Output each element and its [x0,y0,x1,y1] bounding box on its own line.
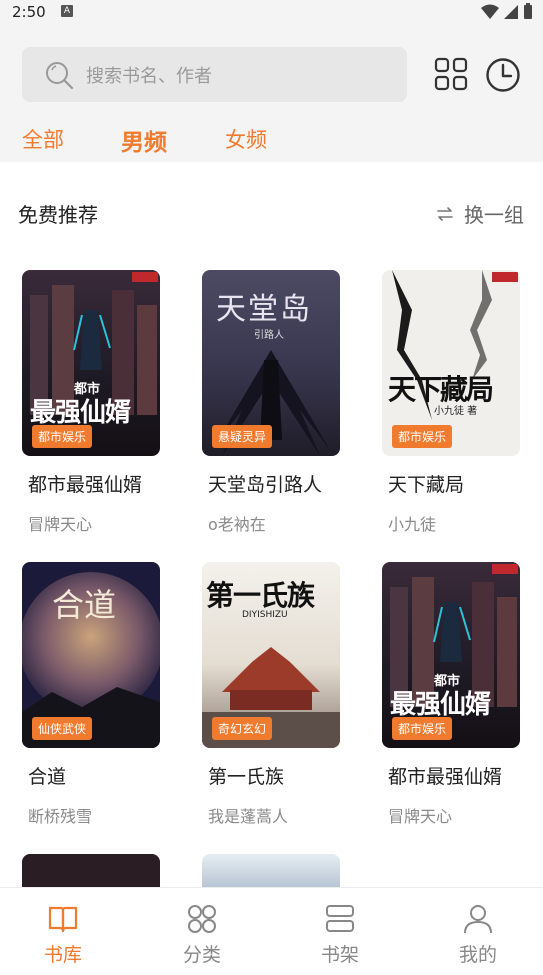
cover-title-text: 第一氏族 [206,579,315,612]
book-cover: 都市 最强仙婿 都市娱乐 [382,562,520,748]
book-cover: 天堂岛 引路人 悬疑灵异 [202,270,340,456]
cover-title-text: 合道 [52,586,117,624]
channel-tabs: 全部 男频 女频 [0,124,543,162]
book-title: 都市最强仙婿 [388,766,503,788]
book-author: 冒牌天心 [28,515,93,534]
search-icon [46,61,74,89]
tab-male[interactable]: 男频 [121,123,167,157]
cover-top-text: DIYISHIZU [242,610,288,620]
nav-label: 书库 [43,944,82,966]
book-author: 我是蓬蒿人 [208,807,289,826]
cover-title-text: 最强仙婿 [390,690,491,720]
book-cover: 第一氏族 DIYISHIZU 奇幻玄幻 [202,562,340,748]
search-placeholder: 搜索书名、作者 [86,65,212,87]
book-card[interactable]: 合道 仙侠武侠 合道 断桥残雪 [22,562,160,826]
cover-title-text: 最强仙婿 [30,398,131,428]
book-title: 第一氏族 [208,766,285,788]
nav-library[interactable]: 书库 [28,904,98,967]
genre-badge: 都市娱乐 [392,717,453,740]
book-author: 断桥残雪 [28,807,93,826]
nav-category[interactable]: 分类 [167,904,237,967]
genre-badge: 悬疑灵异 [212,425,273,448]
book-card[interactable]: 第一氏族 DIYISHIZU 奇幻玄幻 第一氏族 我是蓬蒿人 [202,562,340,826]
book-title: 合道 [28,766,67,788]
cover-title-text: 天堂岛 [216,292,312,327]
grid-view-icon[interactable] [434,57,468,91]
book-title: 天下藏局 [388,474,465,496]
tab-all[interactable]: 全部 [22,124,64,154]
status-time: 2:50 [12,3,46,21]
book-card[interactable]: 天堂岛 引路人 悬疑灵异 天堂岛引路人 o老衲在 [202,270,340,534]
book-cover: 天下藏局 小九徒 著 都市娱乐 [382,270,520,456]
book-card[interactable]: 都市 最强仙婿 都市娱乐 都市最强仙婿 冒牌天心 [382,562,520,826]
notification-icon: A [61,5,73,17]
genre-badge: 都市娱乐 [392,425,453,448]
book-cover: 合道 仙侠武侠 [22,562,160,748]
book-cover: 都市 最强仙婿 都市娱乐 [22,270,160,456]
battery-icon [524,3,532,19]
nav-label: 书架 [320,944,359,966]
wifi-icon [481,4,499,19]
nav-label: 我的 [458,944,497,966]
signal-icon [504,4,518,19]
refresh-button[interactable]: 换一组 [436,199,524,228]
header: 搜索书名、作者 全部 男频 女频 [0,26,543,162]
cover-top-text: 小九徒 著 [434,406,478,417]
book-card[interactable]: 天下藏局 小九徒 著 都市娱乐 天下藏局 小九徒 [382,270,520,534]
book-author: 冒牌天心 [388,807,453,826]
section-title: 免费推荐 [18,203,98,227]
user-icon [464,905,492,934]
nav-label: 分类 [182,944,221,966]
refresh-label: 换一组 [464,203,524,227]
cover-top-text: 引路人 [254,330,284,341]
book-title: 天堂岛引路人 [208,474,323,496]
nav-bookshelf[interactable]: 书架 [305,904,375,967]
book-author: o老衲在 [208,515,266,534]
genre-badge: 奇幻玄幻 [212,717,273,740]
genre-badge: 都市娱乐 [32,425,93,448]
bookshelf-icon [326,905,354,932]
book-open-icon [48,906,78,933]
status-bar: 2:50 A [0,0,543,26]
swap-icon [437,206,453,221]
bottom-nav: 书库 分类 书架 我的 [0,887,543,975]
search-input[interactable]: 搜索书名、作者 [22,47,407,102]
book-title: 都市最强仙婿 [28,474,143,496]
category-grid-icon [188,905,216,933]
genre-badge: 仙侠武侠 [32,717,93,740]
status-icons [481,3,533,20]
tab-female[interactable]: 女频 [225,124,267,154]
book-author: 小九徒 [388,515,437,534]
book-card[interactable]: 都市 最强仙婿 都市娱乐 都市最强仙婿 冒牌天心 [22,270,160,534]
nav-profile[interactable]: 我的 [443,904,513,967]
history-icon[interactable] [485,57,521,93]
